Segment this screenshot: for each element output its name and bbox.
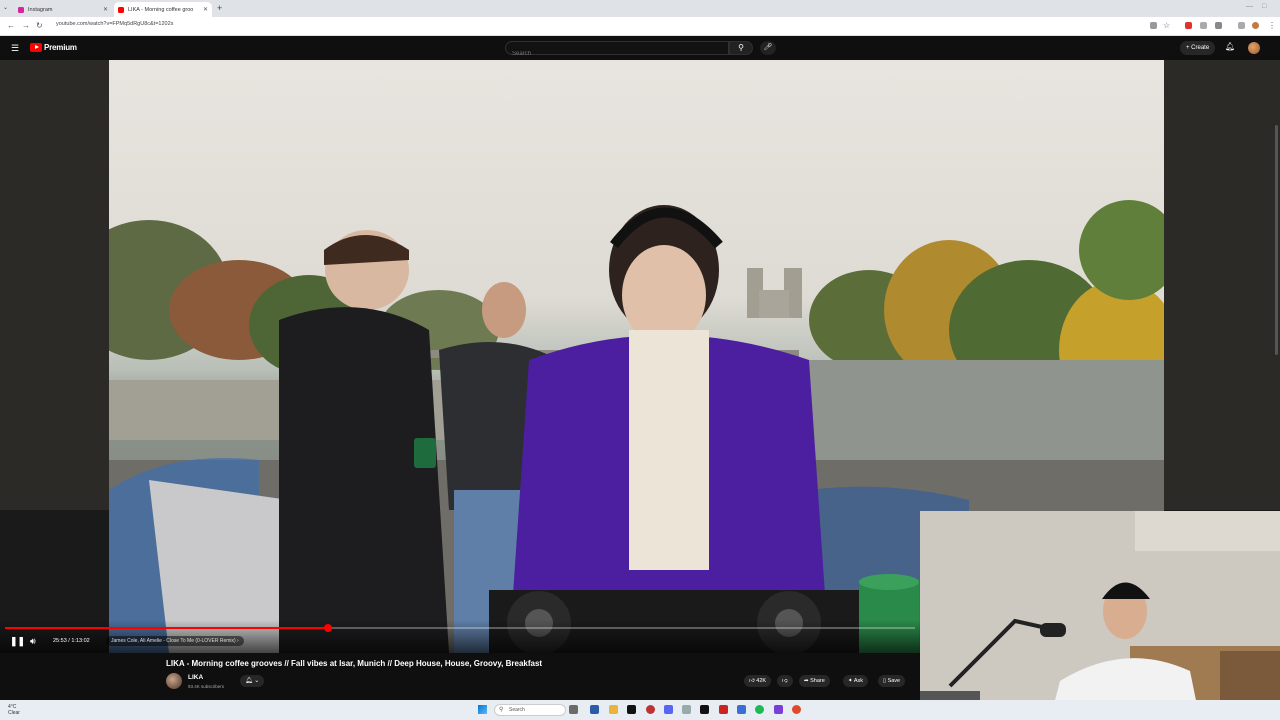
thumbs-up-icon: 👍︎ bbox=[749, 678, 755, 684]
chevron-down-icon: ⌄ bbox=[254, 678, 260, 684]
extension-icon[interactable] bbox=[1200, 22, 1207, 29]
more-icon[interactable]: ⋮ bbox=[1268, 21, 1276, 30]
tab-title: LIKA - Morning coffee groo bbox=[128, 6, 194, 13]
reload-icon[interactable]: ↻ bbox=[36, 21, 43, 30]
address-bar[interactable]: youtube.com/watch?v=FPMq5dRgU8c&t=1202s bbox=[56, 21, 173, 27]
channel-name[interactable]: LIKA bbox=[188, 674, 203, 681]
app-icon[interactable] bbox=[590, 705, 599, 714]
chapter-button[interactable]: James Cole, Ali Amelie - Close To Me (0-… bbox=[106, 636, 244, 646]
channel-avatar[interactable] bbox=[166, 673, 182, 689]
profile-icon[interactable] bbox=[1252, 22, 1259, 29]
discord-icon[interactable] bbox=[664, 705, 673, 714]
app-icon[interactable] bbox=[774, 705, 783, 714]
tab-list-icon[interactable]: ⌄ bbox=[3, 4, 8, 11]
youtube-icon bbox=[118, 6, 124, 13]
instagram-icon bbox=[18, 6, 24, 13]
windows-start-icon[interactable] bbox=[478, 705, 487, 714]
save-button[interactable]: ▯ Save bbox=[878, 675, 906, 687]
video-info: LIKA - Morning coffee grooves // Fall vi… bbox=[0, 653, 920, 700]
search-icon: ⚲ bbox=[738, 43, 744, 52]
app-icon[interactable] bbox=[737, 705, 746, 714]
menu-icon[interactable]: ☰ bbox=[11, 43, 19, 54]
youtube-logo-text[interactable]: Premium bbox=[44, 43, 77, 52]
subscriber-count: 93.4K subscribers bbox=[188, 684, 225, 689]
app-icon[interactable] bbox=[646, 705, 655, 714]
app-icon[interactable] bbox=[700, 705, 709, 714]
save-label: Save bbox=[887, 678, 901, 684]
like-count: 42K bbox=[756, 678, 767, 684]
ambient-right bbox=[1164, 60, 1280, 510]
create-button[interactable]: + Create bbox=[1180, 41, 1216, 55]
bookmark-icon: ▯ bbox=[883, 678, 887, 684]
browser-window: ⌄ Instagram ✕ LIKA - Morning coffee groo… bbox=[0, 0, 1280, 720]
sidepanel-icon[interactable] bbox=[1238, 22, 1245, 29]
webcam-scene bbox=[920, 511, 1280, 720]
share-label: Share bbox=[810, 678, 825, 684]
webcam-overlay bbox=[920, 511, 1280, 720]
youtube-logo-icon[interactable] bbox=[30, 43, 42, 52]
search-input[interactable] bbox=[506, 48, 728, 60]
pause-icon[interactable]: ❚❚ bbox=[10, 636, 25, 647]
forward-icon[interactable]: → bbox=[22, 21, 30, 30]
like-button[interactable]: 👍︎ 42K bbox=[744, 675, 772, 687]
subscribed-button[interactable]: 🔔︎ ⌄ bbox=[240, 675, 265, 687]
volume-icon[interactable]: 🔊︎ bbox=[30, 636, 36, 647]
app-icon[interactable] bbox=[569, 705, 578, 714]
minimize-icon[interactable]: — bbox=[1246, 3, 1253, 10]
new-tab-icon[interactable]: + bbox=[217, 3, 222, 13]
avatar[interactable] bbox=[1248, 42, 1260, 54]
bell-icon: 🔔︎ bbox=[245, 678, 253, 684]
taskbar-search[interactable]: Search bbox=[494, 704, 566, 716]
browser-toolbar: ← → ↻ youtube.com/watch?v=FPMq5dRgU8c&t=… bbox=[0, 17, 1280, 36]
ask-label: Ask bbox=[853, 678, 864, 684]
puzzle-icon[interactable] bbox=[1215, 22, 1222, 29]
ask-button[interactable]: ✦ Ask bbox=[843, 675, 869, 687]
weather-desc: Clear bbox=[8, 710, 20, 716]
app-icon[interactable] bbox=[719, 705, 728, 714]
chrome-icon[interactable] bbox=[792, 705, 801, 714]
progress-fill bbox=[5, 627, 328, 629]
spotify-icon[interactable] bbox=[755, 705, 764, 714]
app-icon[interactable] bbox=[627, 705, 636, 714]
ambient-left bbox=[0, 60, 109, 510]
share-icon: ➦ bbox=[804, 678, 809, 684]
folder-icon[interactable] bbox=[609, 705, 618, 714]
windows-taskbar: 4°CClear Search bbox=[0, 700, 1280, 720]
dislike-button[interactable]: 👎︎ bbox=[777, 675, 793, 687]
create-label: Create bbox=[1191, 45, 1210, 51]
maximize-icon[interactable]: □ bbox=[1262, 3, 1266, 10]
tab-youtube[interactable]: LIKA - Morning coffee groo ✕ bbox=[114, 2, 212, 17]
cast-icon[interactable] bbox=[1150, 22, 1157, 29]
close-icon[interactable]: ✕ bbox=[203, 6, 208, 13]
mic-icon[interactable]: 🎤︎ bbox=[760, 41, 776, 55]
sparkle-icon: ✦ bbox=[848, 678, 853, 684]
progress-bar[interactable] bbox=[5, 624, 915, 632]
app-icon[interactable] bbox=[682, 705, 691, 714]
bell-icon[interactable]: 🔔︎ bbox=[1225, 42, 1235, 51]
share-button[interactable]: ➦ Share bbox=[799, 675, 830, 687]
time-display: 25:53 / 1:13:02 bbox=[53, 638, 90, 644]
youtube-masthead: ☰ Premium ⚲ 🎤︎ + Create 🔔︎ bbox=[0, 36, 1280, 60]
page-scrollbar[interactable] bbox=[1273, 120, 1279, 360]
search-button[interactable]: ⚲ bbox=[729, 41, 753, 55]
back-icon[interactable]: ← bbox=[7, 21, 15, 30]
progress-scrubber[interactable] bbox=[323, 624, 332, 632]
star-icon[interactable]: ☆ bbox=[1163, 21, 1170, 30]
close-icon[interactable]: ✕ bbox=[103, 6, 108, 13]
search-box[interactable] bbox=[505, 41, 729, 60]
thumbs-down-icon: 👎︎ bbox=[782, 678, 788, 684]
weather-widget[interactable]: 4°C Clear bbox=[8, 704, 20, 716]
extension-icon[interactable] bbox=[1185, 22, 1192, 29]
video-title: LIKA - Morning coffee grooves // Fall vi… bbox=[166, 659, 543, 668]
tab-bar: ⌄ Instagram ✕ LIKA - Morning coffee groo… bbox=[0, 0, 1280, 17]
tab-title: Instagram bbox=[28, 6, 53, 13]
tab-instagram[interactable]: Instagram ✕ bbox=[14, 2, 112, 17]
